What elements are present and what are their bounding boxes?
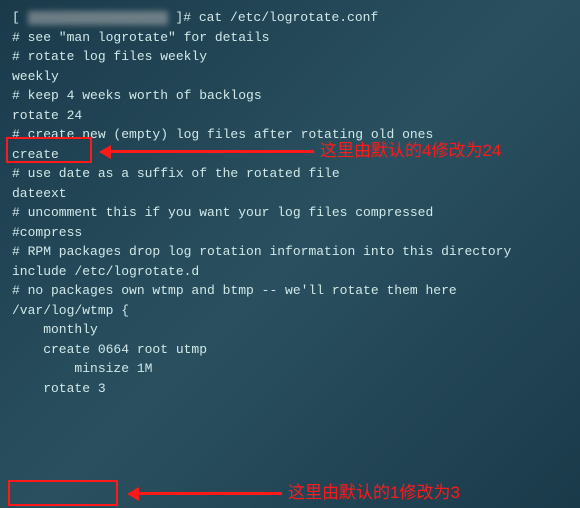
file-line: dateext — [12, 184, 568, 204]
file-line: # see "man logrotate" for details — [12, 28, 568, 48]
highlight-box-rotate3 — [8, 480, 118, 506]
file-line: # keep 4 weeks worth of backlogs — [12, 86, 568, 106]
highlight-box-rotate24 — [6, 137, 92, 163]
file-line: # use date as a suffix of the rotated fi… — [12, 164, 568, 184]
file-line: /var/log/wtmp { — [12, 301, 568, 321]
file-line: rotate 3 — [12, 379, 568, 399]
file-line: monthly — [12, 320, 568, 340]
prompt-line: [ ]# cat /etc/logrotate.conf — [12, 8, 568, 28]
file-line: create 0664 root utmp — [12, 340, 568, 360]
file-line: # RPM packages drop log rotation informa… — [12, 242, 568, 262]
annotation-rotate24: 这里由默认的4修改为24 — [320, 138, 501, 164]
arrow-icon — [104, 150, 314, 153]
file-line: weekly — [12, 67, 568, 87]
file-line: # rotate log files weekly — [12, 47, 568, 67]
file-line: include /etc/logrotate.d — [12, 262, 568, 282]
annotation-rotate3: 这里由默认的1修改为3 — [288, 480, 460, 506]
arrow-icon — [132, 492, 282, 495]
file-line: # uncomment this if you want your log fi… — [12, 203, 568, 223]
prompt-suffix: ]# cat /etc/logrotate.conf — [175, 10, 378, 25]
file-line: #compress — [12, 223, 568, 243]
file-line: minsize 1M — [12, 359, 568, 379]
file-line: rotate 24 — [12, 106, 568, 126]
prompt-blur — [28, 11, 168, 25]
file-line: # no packages own wtmp and btmp -- we'll… — [12, 281, 568, 301]
